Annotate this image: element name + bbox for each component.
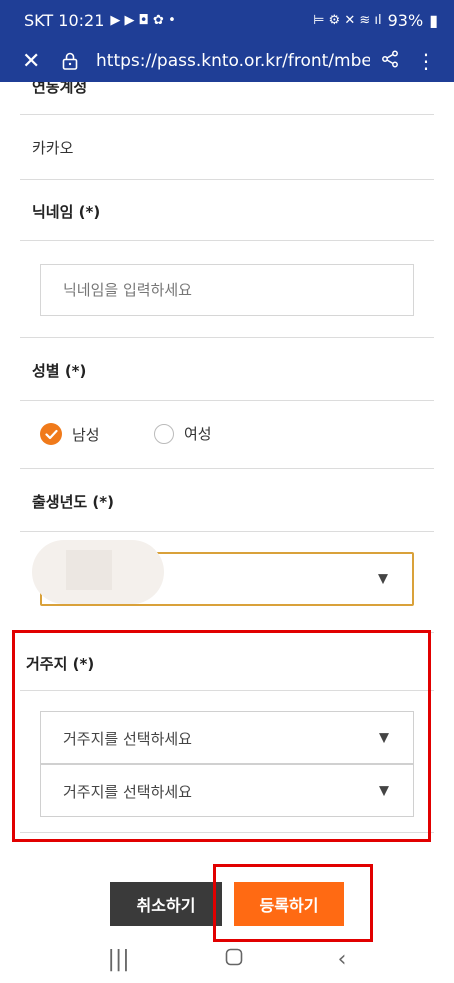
android-nav-bar: ||| ‹ (0, 935, 454, 983)
unchecked-radio-icon[interactable] (154, 423, 174, 444)
url-bar: ✕ https://pass.knto.or.kr/front/mbe ⋮ (0, 40, 454, 82)
linked-account-row: 연동계정 (20, 82, 434, 115)
birth-year-label-row: 출생년도 (*) (20, 469, 434, 532)
redacted-value-shade (66, 550, 112, 590)
system-status-icons: ⊨ ⚙ ✕ ≋ ıl (313, 12, 382, 28)
browser-header: SKT 10:21 ▶ ▶ ◘ ✿ • ⊨ ⚙ ✕ ≋ ıl 93% ▮ ✕ h… (0, 0, 454, 82)
status-bar: SKT 10:21 ▶ ▶ ◘ ✿ • ⊨ ⚙ ✕ ≋ ıl 93% ▮ (0, 0, 454, 40)
submit-highlight-box (213, 864, 373, 942)
nickname-label-row: 닉네임 (*) (20, 180, 434, 241)
linked-account-value-row: 카카오 (20, 115, 434, 180)
gender-option-female-label: 여성 (184, 425, 212, 443)
share-icon[interactable] (376, 50, 404, 73)
gender-option-male[interactable]: 남성 (40, 423, 100, 445)
gender-option-male-label: 남성 (72, 425, 100, 444)
birth-year-select-row: ▼ (20, 532, 434, 632)
linked-account-label: 연동계정 (32, 82, 88, 96)
carrier-time: SKT 10:21 (24, 10, 105, 30)
nickname-label: 닉네임 (*) (32, 203, 101, 221)
cancel-button[interactable]: 취소하기 (110, 882, 222, 926)
birth-year-label: 출생년도 (*) (32, 493, 114, 511)
more-options-icon[interactable]: ⋮ (412, 49, 440, 73)
notification-icons: ▶ ▶ ◘ ✿ • (110, 12, 176, 28)
nickname-input-row (20, 241, 434, 338)
gender-options-row: 남성 여성 (20, 401, 434, 469)
linked-account-value: 카카오 (32, 139, 74, 157)
close-icon[interactable]: ✕ (22, 49, 48, 74)
residence-highlight-box (12, 630, 431, 842)
battery-icon: ▮ (429, 10, 438, 30)
url-text[interactable]: https://pass.knto.or.kr/front/mbe (96, 51, 370, 71)
battery-level: 93% (387, 10, 424, 30)
dropdown-arrow-icon: ▼ (378, 571, 388, 587)
lock-icon[interactable] (62, 52, 92, 70)
gender-option-female[interactable]: 여성 (154, 423, 212, 444)
recent-apps-icon[interactable]: ||| (107, 947, 129, 972)
home-icon[interactable] (225, 947, 243, 972)
birth-year-select[interactable]: ▼ (32, 540, 414, 606)
gender-label: 성별 (*) (32, 362, 87, 380)
back-icon[interactable]: ‹ (338, 947, 347, 972)
gender-label-row: 성별 (*) (20, 338, 434, 401)
checked-radio-icon[interactable] (40, 423, 62, 445)
nickname-input[interactable] (40, 264, 414, 316)
